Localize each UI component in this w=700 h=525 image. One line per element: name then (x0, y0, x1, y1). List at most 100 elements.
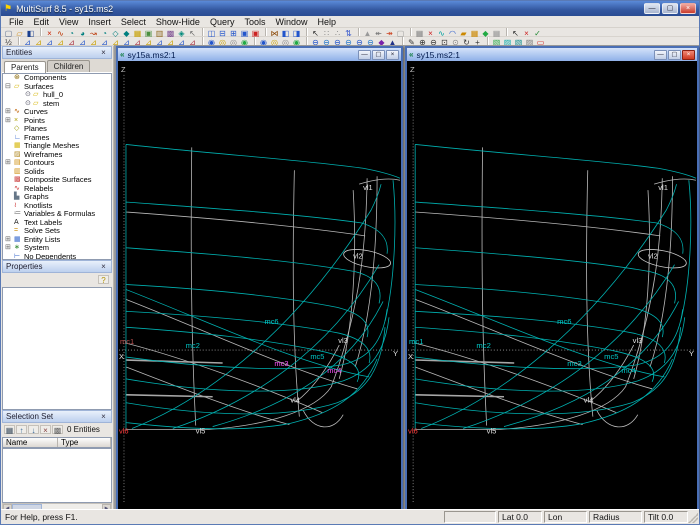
tree-item-label[interactable]: No Dependents (24, 252, 76, 259)
view-5-icon[interactable]: ⊿ (66, 37, 77, 47)
entity-label-vl4[interactable]: vl4 (290, 396, 300, 405)
collapse-icon[interactable]: ⊟ (5, 83, 13, 92)
grid-visibility-icon[interactable]: ▦ (414, 28, 425, 38)
entity-label-z[interactable]: Z (410, 65, 415, 74)
new-window-icon[interactable]: ▣ (239, 28, 250, 38)
entity-label-x[interactable]: X (408, 352, 413, 361)
menu-insert[interactable]: Insert (83, 16, 116, 28)
viewport-2-close-button[interactable]: × (682, 49, 695, 60)
entity-label-vl6[interactable]: vl6 (119, 427, 129, 436)
entity-label-mc1[interactable]: mc1 (120, 337, 134, 346)
curve-tool-icon[interactable]: ∿ (55, 28, 66, 38)
link-icon[interactable]: ⋈ (269, 28, 280, 38)
tile-horizontal-icon[interactable]: ⊟ (217, 28, 228, 38)
remove-entity-icon[interactable]: × (40, 425, 51, 435)
entities-tree[interactable]: ⊛ Components ⊟ ▱ Surfaces ⊙ ▱ hull_0 ⊙ ▱ stem ⊞ ∿ Cur… (2, 73, 112, 260)
menu-view[interactable]: View (54, 16, 83, 28)
viewport-2-minimize-button[interactable]: — (654, 49, 667, 60)
mesh-tool-icon[interactable]: ▦ (132, 28, 143, 38)
next-icon[interactable]: ↠ (384, 28, 395, 38)
expand-icon[interactable]: ⊞ (5, 108, 13, 117)
properties-close-icon[interactable]: × (99, 262, 108, 271)
close-button[interactable]: × (680, 3, 696, 14)
view-8-icon[interactable]: ⊿ (99, 37, 110, 47)
view-4-icon[interactable]: ⊿ (55, 37, 66, 47)
hull-wireframe[interactable]: Z X Yvl1 vl2 vl3 vl4 vl5 vl6 mc1 mc2 mc3 mc4mc5 mc6 (118, 61, 401, 510)
viewport-2-title-bar[interactable]: « sy15.ms2:1 — ▢ × (407, 48, 697, 61)
clipboard-icon[interactable]: ◧ (280, 28, 291, 38)
mirror-tool-icon[interactable]: ◈ (176, 28, 187, 38)
entity-label-x[interactable]: X (119, 352, 124, 361)
grid2-visibility-icon[interactable]: ▦ (491, 28, 502, 38)
move-up-icon[interactable]: ↑ (16, 425, 27, 435)
curve-visibility-icon[interactable]: ∿ (436, 28, 447, 38)
delete-icon[interactable]: × (425, 28, 436, 38)
entity-label-vl5[interactable]: vl5 (196, 427, 206, 436)
tree-item-curves[interactable]: ⊞ ∿ Curves (3, 107, 111, 117)
solid-tool-icon[interactable]: ▥ (154, 28, 165, 38)
entity-label-mc6[interactable]: mc6 (264, 317, 278, 326)
flag-icon[interactable]: ▰ (458, 28, 469, 38)
viewport-1-close-button[interactable]: × (386, 49, 399, 60)
entity-label-mc4[interactable]: mc4 (327, 366, 341, 375)
column-type[interactable]: Type (58, 438, 111, 447)
tab-children[interactable]: Children (46, 60, 91, 72)
resize-grip[interactable] (688, 513, 698, 523)
menu-window[interactable]: Window (270, 16, 312, 28)
entity-label-mc3[interactable]: mc3 (567, 359, 581, 368)
selection-set-pane-header[interactable]: Selection Set × (2, 410, 112, 423)
relabel-tool-icon[interactable]: ↖ (187, 28, 198, 38)
menu-tools[interactable]: Tools (239, 16, 270, 28)
restore-button[interactable]: ▢ (662, 3, 678, 14)
entity-label-mc3[interactable]: mc3 (274, 359, 288, 368)
composite-tool-icon[interactable]: ▩ (165, 28, 176, 38)
viewport-1-canvas[interactable]: Z X Yvl1 vl2 vl3 vl4 vl5 vl6 mc1 mc2 mc3 mc4 mc5 mc6 (118, 61, 401, 510)
viewport-1-title-bar[interactable]: « sy15a.ms2:1 — ▢ × (118, 48, 401, 61)
pick-confirm-icon[interactable]: ✓ (532, 28, 543, 38)
expand-icon[interactable]: ⊞ (5, 236, 13, 245)
visibility-radio-icon[interactable]: ⊙ (25, 91, 31, 100)
select-grid-icon[interactable]: ∴ (332, 28, 343, 38)
polycurve-tool-icon[interactable]: ↝ (88, 28, 99, 38)
hull-wireframe[interactable]: Z X Yvl1 vl2 vl3 vl4 vl5 vl6 mc1 mc2 mc3 mc4mc5 mc6 (407, 61, 697, 510)
viewport-2-canvas[interactable]: Z X Yvl1 vl2 vl3 vl4 vl5 vl6 mc1 mc2 mc3 mc4 mc5 mc6 (407, 61, 697, 510)
selection-set-close-icon[interactable]: × (99, 412, 108, 421)
select-add-icon[interactable]: ∷ (321, 28, 332, 38)
pick-delete-icon[interactable]: × (521, 28, 532, 38)
entity-label-y[interactable]: Y (689, 349, 694, 358)
magnet-tool-icon[interactable]: ◕ (77, 28, 88, 38)
viewport-1-restore-button[interactable]: ▢ (372, 49, 385, 60)
surface-tool-icon[interactable]: ◆ (121, 28, 132, 38)
snake-tool-icon[interactable]: ◇ (110, 28, 121, 38)
diamond-visibility-icon[interactable]: ◆ (480, 28, 491, 38)
entity-label-z[interactable]: Z (121, 65, 126, 74)
menu-edit[interactable]: Edit (29, 16, 55, 28)
entity-label-y[interactable]: Y (393, 349, 398, 358)
view-7-icon[interactable]: ⊿ (88, 37, 99, 47)
entity-label-vl1[interactable]: vl1 (363, 183, 373, 192)
tree-item-entity-lists[interactable]: ⊞ ▦ Entity Lists (3, 235, 111, 245)
entity-label-vl2[interactable]: vl2 (353, 252, 363, 261)
entity-label-mc6[interactable]: mc6 (557, 317, 571, 326)
tree-item-contours[interactable]: ⊞ ▤ Contours (3, 158, 111, 168)
bead-tool-icon[interactable]: ◔ (66, 28, 77, 38)
frame-icon[interactable]: ▢ (395, 28, 406, 38)
selection-set-list[interactable] (2, 448, 112, 503)
plane-tool-icon[interactable]: ▣ (143, 28, 154, 38)
tree-item-components[interactable]: ⊛ Components (3, 74, 111, 83)
select-swap-icon[interactable]: ⇅ (343, 28, 354, 38)
expand-icon[interactable]: ⊞ (5, 159, 13, 168)
select-arrow-icon[interactable]: ↖ (310, 28, 321, 38)
entities-pane-header[interactable]: Entities × (2, 46, 112, 59)
tree-item-stem[interactable]: ⊙ ▱ stem (3, 99, 111, 109)
fraction-view-icon[interactable]: ½ (3, 37, 14, 47)
prev-icon[interactable]: ↞ (373, 28, 384, 38)
measure-icon[interactable]: ▲ (362, 28, 373, 38)
tree-item-composite-surfaces[interactable]: ▩ Composite Surfaces (3, 175, 111, 185)
tile-vertical-icon[interactable]: ⊞ (228, 28, 239, 38)
expand-icon[interactable]: ⊞ (5, 117, 13, 126)
open-folder-icon[interactable]: ▱ (14, 28, 25, 38)
ring-tool-icon[interactable]: ◔ (99, 28, 110, 38)
tree-item-no-dependents[interactable]: ⊢ No Dependents (3, 252, 111, 259)
save-icon[interactable]: ◧ (25, 28, 36, 38)
